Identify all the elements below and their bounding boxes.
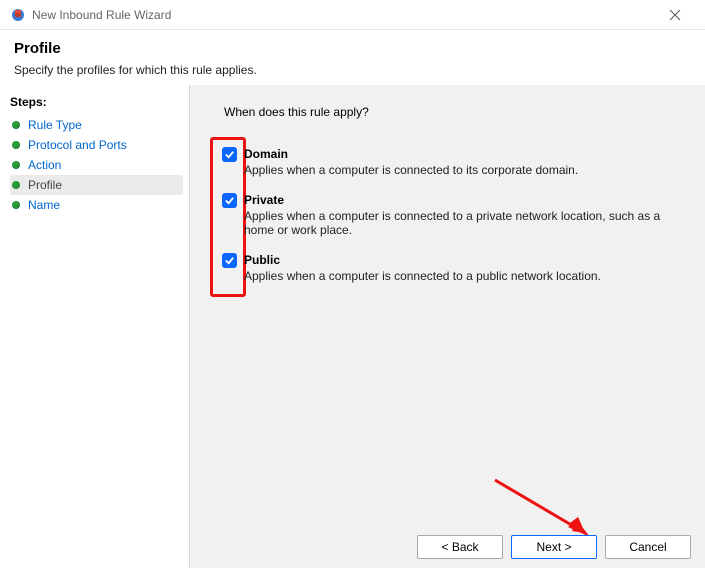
back-button[interactable]: < Back: [417, 535, 503, 559]
bullet-icon: [12, 161, 20, 169]
wizard-window: New Inbound Rule Wizard Profile Specify …: [0, 0, 705, 568]
next-button[interactable]: Next >: [511, 535, 597, 559]
checkbox-public[interactable]: [222, 253, 237, 268]
close-button[interactable]: [655, 1, 695, 29]
button-row: < Back Next > Cancel: [417, 535, 691, 559]
page-subtitle: Specify the profiles for which this rule…: [14, 63, 691, 77]
content-pane: When does this rule apply? Domain Applie…: [190, 85, 705, 568]
sidebar: Steps: Rule Type Protocol and Ports Acti…: [0, 85, 190, 568]
option-private: Private Applies when a computer is conne…: [222, 193, 687, 237]
firewall-icon: [10, 7, 26, 23]
option-public-label: Public: [244, 253, 687, 267]
sidebar-item-protocol-ports[interactable]: Protocol and Ports: [10, 135, 183, 155]
sidebar-item-rule-type[interactable]: Rule Type: [10, 115, 183, 135]
window-title: New Inbound Rule Wizard: [32, 8, 655, 22]
cancel-button[interactable]: Cancel: [605, 535, 691, 559]
option-private-label: Private: [244, 193, 687, 207]
sidebar-item-profile[interactable]: Profile: [10, 175, 183, 195]
bullet-icon: [12, 141, 20, 149]
page-title: Profile: [14, 40, 691, 57]
checkbox-domain[interactable]: [222, 147, 237, 162]
question-text: When does this rule apply?: [224, 105, 687, 119]
header: Profile Specify the profiles for which t…: [0, 30, 705, 85]
option-public-desc: Applies when a computer is connected to …: [244, 269, 674, 283]
steps-heading: Steps:: [10, 95, 183, 109]
option-domain: Domain Applies when a computer is connec…: [222, 147, 687, 177]
bullet-icon: [12, 121, 20, 129]
checkbox-private[interactable]: [222, 193, 237, 208]
sidebar-item-action[interactable]: Action: [10, 155, 183, 175]
titlebar: New Inbound Rule Wizard: [0, 0, 705, 30]
sidebar-item-name[interactable]: Name: [10, 195, 183, 215]
bullet-icon: [12, 201, 20, 209]
option-private-desc: Applies when a computer is connected to …: [244, 209, 674, 237]
option-domain-label: Domain: [244, 147, 687, 161]
bullet-icon: [12, 181, 20, 189]
option-public: Public Applies when a computer is connec…: [222, 253, 687, 283]
profile-options: Domain Applies when a computer is connec…: [218, 147, 687, 283]
option-domain-desc: Applies when a computer is connected to …: [244, 163, 674, 177]
